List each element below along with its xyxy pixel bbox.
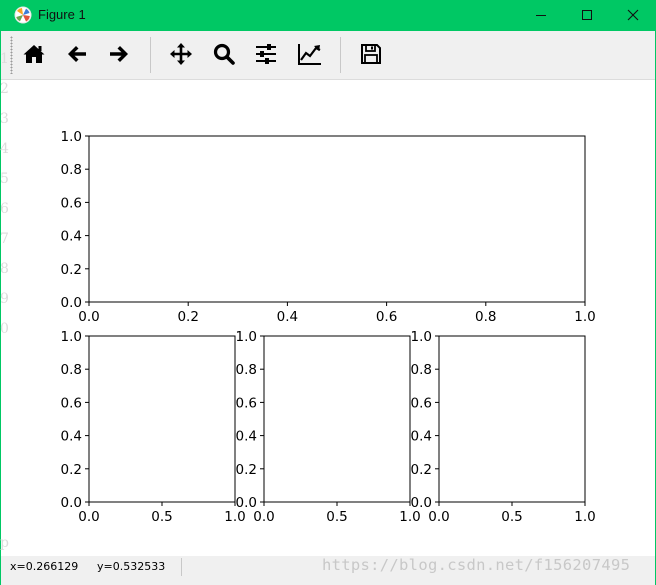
x-tick-label: 0.0 <box>78 509 99 525</box>
y-tick-label: 0.6 <box>61 395 82 411</box>
background-line-number: 1 <box>0 51 9 67</box>
maximize-button[interactable] <box>564 0 610 31</box>
y-tick-label: 0.8 <box>61 362 82 378</box>
y-tick-label: 0.8 <box>411 362 432 378</box>
minimize-button[interactable] <box>518 0 564 31</box>
x-tick-label: 0.0 <box>78 309 99 325</box>
background-line-number: 0 <box>0 321 9 337</box>
axes-2[interactable]: 0.0 0.5 1.0 0.0 0.2 0.4 0.6 0.8 1.0 <box>61 329 246 525</box>
x-tick-label: 0.0 <box>428 509 449 525</box>
axes-frame <box>263 335 411 503</box>
x-tick-label: 0.0 <box>253 509 274 525</box>
y-tick-label: 0.2 <box>411 462 432 478</box>
x-tick-label: 0.5 <box>151 509 172 525</box>
y-tick-label: 0.2 <box>61 462 82 478</box>
edit-axis-button[interactable] <box>293 38 325 70</box>
home-icon <box>23 45 45 63</box>
background-line-number: 2 <box>0 81 9 97</box>
maximize-icon <box>582 10 592 20</box>
y-tick-label: 0.6 <box>411 395 432 411</box>
toolbar-grip-handle[interactable] <box>10 36 13 74</box>
y-tick-label: 0.4 <box>61 429 82 445</box>
x-tick-label: 0.2 <box>177 309 198 325</box>
minimize-icon <box>536 15 546 16</box>
x-tick-label: 0.6 <box>376 309 397 325</box>
x-tick-label: 0.5 <box>326 509 347 525</box>
background-line-number: 6 <box>0 201 9 217</box>
y-tick-label: 0.6 <box>61 195 82 211</box>
background-line-number: 4 <box>0 141 9 157</box>
pan-button[interactable] <box>165 38 197 70</box>
watermark-text: https://blog.csdn.net/f156207495 <box>322 556 631 574</box>
y-tick-label: 0.2 <box>236 462 257 478</box>
back-button[interactable] <box>61 38 93 70</box>
figure-canvas[interactable]: 0.0 0.2 0.4 0.6 0.8 1.00.00.20.40.60.81.00.0 0… <box>1 80 655 556</box>
arrow-right-icon <box>110 46 128 62</box>
y-tick-label: 1.0 <box>61 329 82 345</box>
navigation-toolbar <box>1 31 655 80</box>
cursor-y-readout: y=0.532533 <box>97 560 166 573</box>
y-tick-label: 0.4 <box>411 429 432 445</box>
axes-3[interactable]: 0.0 0.5 1.0 0.0 0.2 0.4 0.6 0.8 1.0 <box>236 329 421 525</box>
y-tick-label: 0.4 <box>236 429 257 445</box>
forward-button[interactable] <box>103 38 135 70</box>
save-button[interactable] <box>355 38 387 70</box>
arrow-left-icon <box>68 46 86 62</box>
x-tick-label: 1.0 <box>574 309 595 325</box>
y-tick-label: 0.0 <box>411 495 432 511</box>
close-button[interactable] <box>610 0 656 31</box>
background-line-number: 7 <box>0 231 9 247</box>
background-line-number: 3 <box>0 111 9 127</box>
title-bar[interactable]: Figure 1 <box>1 0 655 31</box>
y-tick-label: 0.4 <box>61 229 82 245</box>
y-tick-label: 0.0 <box>61 295 82 311</box>
y-tick-label: 0.8 <box>61 162 82 178</box>
zoom-button[interactable] <box>208 38 240 70</box>
home-button[interactable] <box>18 38 50 70</box>
background-line-number: 9 <box>0 291 9 307</box>
search-icon <box>213 43 235 65</box>
background-line-number: 8 <box>0 261 9 277</box>
x-tick-label: 1.0 <box>224 509 245 525</box>
axes-frame <box>88 135 586 303</box>
x-tick-label: 0.8 <box>475 309 496 325</box>
status-separator <box>181 558 182 576</box>
y-tick-label: 1.0 <box>411 329 432 345</box>
y-tick-label: 0.2 <box>61 262 82 278</box>
sliders-icon <box>256 44 276 64</box>
axes-frame <box>438 335 586 503</box>
background-line-number: 5 <box>0 171 9 187</box>
window-title: Figure 1 <box>38 7 86 22</box>
y-tick-label: 1.0 <box>61 129 82 145</box>
cursor-x-readout: x=0.266129 <box>10 560 79 573</box>
configure-subplots-button[interactable] <box>250 38 282 70</box>
y-tick-label: 1.0 <box>236 329 257 345</box>
x-tick-label: 1.0 <box>399 509 420 525</box>
y-tick-label: 0.0 <box>236 495 257 511</box>
toolbar-separator <box>150 37 151 73</box>
figure-window: Figure 1 0.0 0.2 0.4 0.6 0.8 1.0 0.0 0.2… <box>0 0 656 585</box>
axes-1[interactable]: 0.0 0.2 0.4 0.6 0.8 1.0 0.0 0.2 0.4 0.6 0.8 1.0 <box>61 129 596 325</box>
x-tick-label: 0.5 <box>501 509 522 525</box>
background-editor-char: p <box>0 535 9 551</box>
axes-frame <box>88 335 236 503</box>
matplotlib-logo-icon <box>14 6 32 24</box>
move-icon <box>170 43 192 65</box>
x-tick-label: 1.0 <box>574 509 595 525</box>
y-tick-label: 0.0 <box>61 495 82 511</box>
save-icon <box>361 44 381 64</box>
y-tick-label: 0.8 <box>236 362 257 378</box>
line-chart-icon <box>298 44 321 65</box>
x-tick-label: 0.4 <box>277 309 298 325</box>
axes-4[interactable]: 0.0 0.5 1.0 0.0 0.2 0.4 0.6 0.8 1.0 <box>411 329 596 525</box>
y-tick-label: 0.6 <box>236 395 257 411</box>
close-icon <box>627 9 639 21</box>
toolbar-separator <box>340 37 341 73</box>
